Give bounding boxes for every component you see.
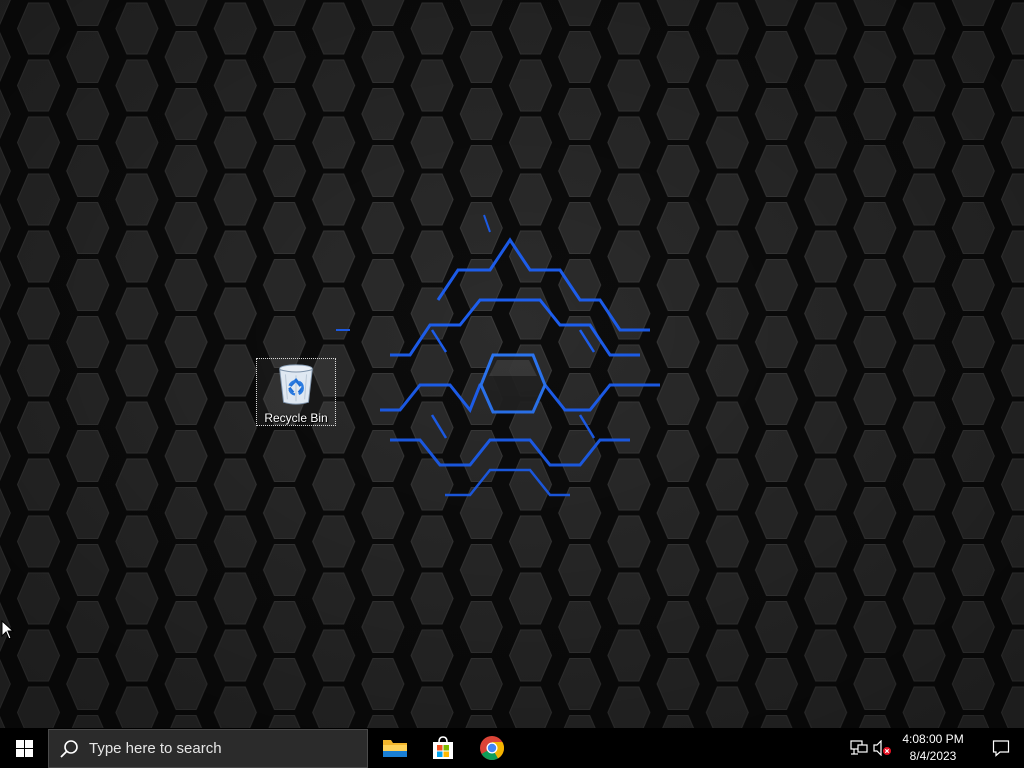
taskbar-search-box[interactable]: [48, 729, 368, 768]
file-explorer-icon: [383, 740, 407, 757]
action-center-button[interactable]: [978, 728, 1024, 768]
clock-date: 8/4/2023: [909, 749, 957, 763]
taskbar-clock[interactable]: 4:08:00 PM 8/4/2023: [890, 728, 976, 768]
taskbar-app-chrome[interactable]: [468, 728, 516, 768]
taskbar-app-file-explorer[interactable]: [371, 728, 419, 768]
notification-icon: [992, 740, 1010, 757]
clock-time: 4:08:00 PM: [902, 732, 964, 746]
recycle-bin-icon: [279, 364, 313, 405]
mouse-pointer-icon: [1, 620, 15, 640]
windows-logo-icon: [15, 739, 33, 757]
recycle-bin-label: Recycle Bin: [264, 411, 328, 425]
search-icon: [60, 739, 78, 758]
desktop[interactable]: Recycle Bin: [0, 0, 1024, 728]
volume-muted-icon: [873, 740, 891, 756]
tray-network-button[interactable]: [848, 728, 870, 768]
chrome-icon: [480, 736, 505, 761]
microsoft-store-icon: [433, 736, 453, 759]
taskbar-app-microsoft-store[interactable]: [419, 728, 467, 768]
start-button[interactable]: [0, 728, 48, 768]
desktop-wallpaper: [0, 0, 1024, 728]
search-input[interactable]: [87, 739, 351, 758]
taskbar: 4:08:00 PM 8/4/2023: [0, 728, 1024, 768]
recycle-bin-shortcut[interactable]: Recycle Bin: [256, 358, 336, 426]
network-icon: [850, 740, 868, 755]
